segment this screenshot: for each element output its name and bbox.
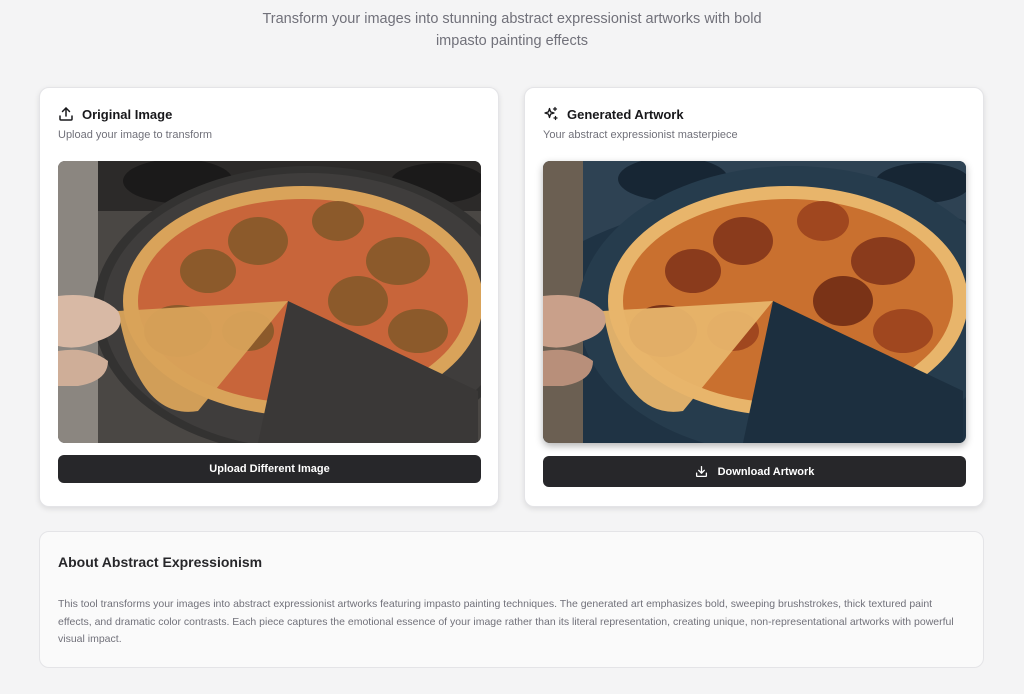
download-icon (695, 465, 708, 478)
page-subtitle: Transform your images into stunning abst… (0, 8, 1024, 52)
upload-button-label: Upload Different Image (209, 463, 330, 475)
download-button-label: Download Artwork (717, 465, 815, 478)
about-description: This tool transforms your images into ab… (58, 598, 954, 645)
generated-card-title: Generated Artwork (567, 106, 684, 122)
upload-icon (58, 106, 74, 122)
sparkles-icon (543, 106, 559, 122)
original-card-description: Upload your image to transform (58, 129, 213, 141)
generated-card-header: Generated Artwork (543, 106, 684, 122)
generated-artwork-card: Generated Artwork Your abstract expressi… (524, 87, 984, 507)
subtitle-line-2: impasto painting effects (435, 33, 589, 49)
download-artwork-button[interactable]: Download Artwork (543, 456, 966, 487)
generated-card-description: Your abstract expressionist masterpiece (543, 129, 738, 141)
about-title: About Abstract Expressionism (58, 554, 263, 570)
original-image-card: Original Image Upload your image to tran… (39, 87, 499, 507)
original-card-header: Original Image (58, 106, 172, 122)
original-image (58, 161, 481, 443)
subtitle-line-1: Transform your images into stunning abst… (262, 11, 762, 27)
original-card-title: Original Image (82, 106, 173, 122)
generated-artwork-image (543, 161, 966, 443)
upload-different-image-button[interactable]: Upload Different Image (58, 455, 481, 483)
about-section: About Abstract Expressionism This tool t… (39, 531, 984, 668)
